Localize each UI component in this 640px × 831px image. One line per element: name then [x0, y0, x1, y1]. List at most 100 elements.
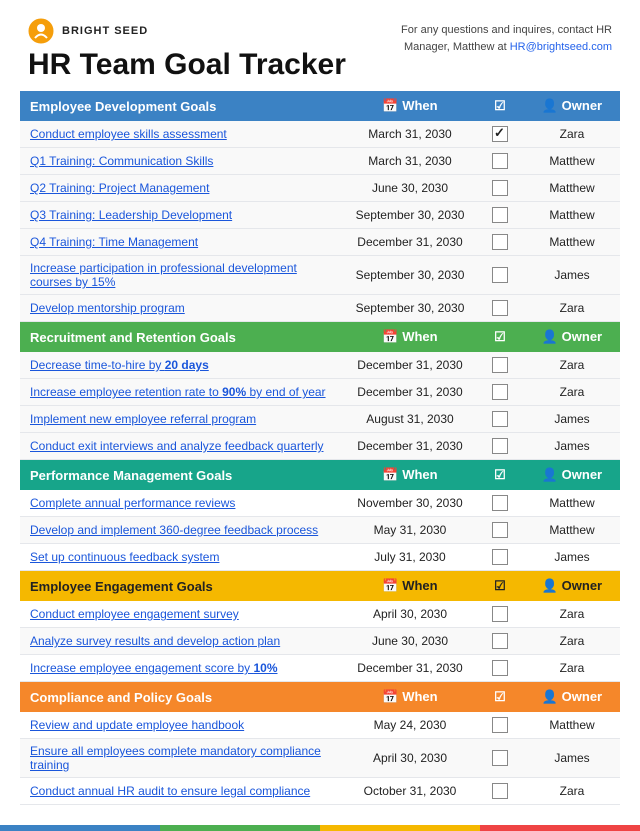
owner-cell: Zara: [524, 628, 620, 655]
when-cell: April 30, 2030: [344, 601, 476, 628]
goal-cell: Develop and implement 360-degree feedbac…: [20, 517, 344, 544]
goal-link[interactable]: Q1 Training: Communication Skills: [30, 154, 213, 168]
checkbox[interactable]: [492, 234, 508, 250]
goal-cell: Q4 Training: Time Management: [20, 229, 344, 256]
check-cell[interactable]: [476, 175, 524, 202]
check-cell[interactable]: [476, 379, 524, 406]
check-cell[interactable]: [476, 601, 524, 628]
table-row: Q1 Training: Communication Skills March …: [20, 148, 620, 175]
goal-link[interactable]: Decrease time-to-hire by 20 days: [30, 358, 209, 372]
goal-link[interactable]: Q2 Training: Project Management: [30, 181, 209, 195]
when-cell: September 30, 2030: [344, 202, 476, 229]
goal-link[interactable]: Q3 Training: Leadership Development: [30, 208, 232, 222]
goals-table: Employee Development Goals 📅 When ☑ 👤 Ow…: [20, 91, 620, 805]
checkbox[interactable]: [492, 750, 508, 766]
table-row: Develop and implement 360-degree feedbac…: [20, 517, 620, 544]
goal-cell: Conduct employee skills assessment: [20, 121, 344, 148]
check-cell[interactable]: [476, 202, 524, 229]
check-cell[interactable]: [476, 352, 524, 379]
section-header-performance-management: Performance Management Goals 📅 When ☑ 👤 …: [20, 460, 620, 491]
checkbox[interactable]: [492, 357, 508, 373]
check-cell[interactable]: [476, 256, 524, 295]
when-cell: December 31, 2030: [344, 379, 476, 406]
table-row: Complete annual performance reviews Nove…: [20, 490, 620, 517]
goal-link[interactable]: Set up continuous feedback system: [30, 550, 219, 564]
checkbox[interactable]: [492, 438, 508, 454]
owner-cell: Zara: [524, 121, 620, 148]
logo-row: BRIGHT SEED: [28, 18, 346, 44]
checkbox[interactable]: [492, 495, 508, 511]
check-cell[interactable]: [476, 739, 524, 778]
checkbox[interactable]: [492, 411, 508, 427]
checkbox[interactable]: [492, 606, 508, 622]
check-cell[interactable]: [476, 295, 524, 322]
when-cell: March 31, 2030: [344, 148, 476, 175]
checkbox[interactable]: [492, 180, 508, 196]
check-cell[interactable]: [476, 121, 524, 148]
section-check-col: ☑: [476, 682, 524, 713]
owner-cell: James: [524, 739, 620, 778]
check-cell[interactable]: [476, 628, 524, 655]
checkbox[interactable]: [492, 126, 508, 142]
goal-link[interactable]: Conduct employee engagement survey: [30, 607, 239, 621]
when-cell: September 30, 2030: [344, 295, 476, 322]
goal-link[interactable]: Implement new employee referral program: [30, 412, 256, 426]
goal-link[interactable]: Ensure all employees complete mandatory …: [30, 744, 321, 772]
goal-link[interactable]: Increase employee retention rate to 90% …: [30, 385, 326, 399]
checkbox[interactable]: [492, 153, 508, 169]
check-cell[interactable]: [476, 433, 524, 460]
check-cell[interactable]: [476, 712, 524, 739]
goal-link[interactable]: Develop and implement 360-degree feedbac…: [30, 523, 318, 537]
when-cell: December 31, 2030: [344, 229, 476, 256]
check-cell[interactable]: [476, 655, 524, 682]
checkbox[interactable]: [492, 300, 508, 316]
section-label: Compliance and Policy Goals: [20, 682, 344, 713]
goal-link[interactable]: Review and update employee handbook: [30, 718, 244, 732]
checkbox[interactable]: [492, 384, 508, 400]
goal-link[interactable]: Complete annual performance reviews: [30, 496, 235, 510]
when-cell: July 31, 2030: [344, 544, 476, 571]
check-cell[interactable]: [476, 778, 524, 805]
goal-cell: Develop mentorship program: [20, 295, 344, 322]
when-cell: September 30, 2030: [344, 256, 476, 295]
checkbox[interactable]: [492, 267, 508, 283]
check-cell[interactable]: [476, 490, 524, 517]
checkbox[interactable]: [492, 783, 508, 799]
section-owner-col: 👤 Owner: [524, 682, 620, 713]
section-check-col: ☑: [476, 91, 524, 121]
goal-link[interactable]: Conduct employee skills assessment: [30, 127, 227, 141]
section-when-col: 📅 When: [344, 322, 476, 353]
checkbox[interactable]: [492, 522, 508, 538]
when-cell: March 31, 2030: [344, 121, 476, 148]
table-row: Develop mentorship program September 30,…: [20, 295, 620, 322]
section-label: Employee Engagement Goals: [20, 571, 344, 602]
goal-link[interactable]: Q4 Training: Time Management: [30, 235, 198, 249]
contact-email[interactable]: HR@brightseed.com: [510, 41, 612, 53]
checkbox[interactable]: [492, 717, 508, 733]
checkbox[interactable]: [492, 549, 508, 565]
check-cell[interactable]: [476, 544, 524, 571]
goal-cell: Q2 Training: Project Management: [20, 175, 344, 202]
checkbox[interactable]: [492, 660, 508, 676]
checkbox[interactable]: [492, 633, 508, 649]
goal-link[interactable]: Increase employee engagement score by 10…: [30, 661, 278, 675]
goal-link[interactable]: Conduct annual HR audit to ensure legal …: [30, 784, 310, 798]
goal-link[interactable]: Increase participation in professional d…: [30, 261, 297, 289]
bar-red: [480, 825, 640, 831]
goal-link[interactable]: Conduct exit interviews and analyze feed…: [30, 439, 324, 453]
section-when-col: 📅 When: [344, 91, 476, 121]
owner-cell: Matthew: [524, 148, 620, 175]
goal-link[interactable]: Develop mentorship program: [30, 301, 185, 315]
check-cell[interactable]: [476, 148, 524, 175]
checkbox[interactable]: [492, 207, 508, 223]
check-cell[interactable]: [476, 517, 524, 544]
check-cell[interactable]: [476, 406, 524, 433]
table-row: Q2 Training: Project Management June 30,…: [20, 175, 620, 202]
section-header-compliance-policy: Compliance and Policy Goals 📅 When ☑ 👤 O…: [20, 682, 620, 713]
contact-line1: For any questions and inquires, contact …: [401, 24, 612, 36]
goal-link[interactable]: Analyze survey results and develop actio…: [30, 634, 280, 648]
section-check-col: ☑: [476, 571, 524, 602]
section-owner-col: 👤 Owner: [524, 460, 620, 491]
owner-cell: James: [524, 406, 620, 433]
check-cell[interactable]: [476, 229, 524, 256]
